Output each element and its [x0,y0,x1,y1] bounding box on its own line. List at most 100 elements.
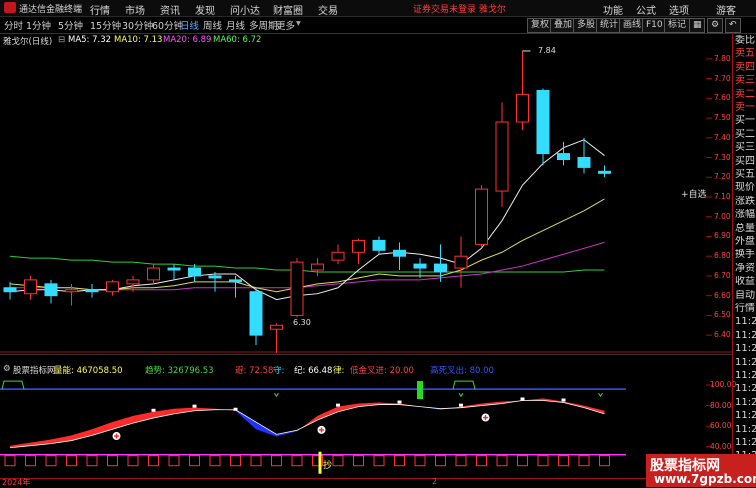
candle-body[interactable] [516,93,529,123]
menu-item-gongshi[interactable]: 公式 [636,2,656,17]
candle-body[interactable] [249,291,263,336]
candle-body[interactable] [372,239,386,251]
menu-item-jiaoyi[interactable]: 交易 [318,2,338,17]
quote-label: 11:2 [735,356,756,368]
menu-item-wenxiaoda[interactable]: 问小达 [230,2,260,17]
quote-label: 买四 [735,155,755,167]
quote-label: 净资 [735,262,755,274]
candle-body[interactable] [577,157,591,168]
period-weekly[interactable]: 周线 [203,18,222,32]
kline-y-tick: 7.80 [714,53,731,63]
period-15min[interactable]: 15分钟 [90,18,121,32]
signal-marker [318,451,322,474]
period-multi[interactable]: 多周期 [249,18,278,32]
more-dropdown-icon[interactable]: ▾ [296,18,301,29]
candle-body[interactable] [454,255,468,269]
candle-body[interactable] [44,283,58,297]
login-notice[interactable]: 证券交易未登录 雅戈尔 [413,2,506,15]
period-5min[interactable]: 5分钟 [58,18,83,32]
peak-dot [151,408,156,412]
period-monthly[interactable]: 月线 [226,18,245,32]
candle-body[interactable] [352,239,365,253]
peak-dot [459,403,463,407]
period-1min[interactable]: 1分钟 [26,18,51,32]
candle-body[interactable] [311,263,324,271]
candle-body[interactable] [290,261,304,316]
date-mark: 2 [432,477,438,486]
signal-bar [417,381,423,400]
quote-label: 11:2 [735,316,756,328]
candle-body[interactable] [188,267,201,277]
candle-body[interactable] [495,121,509,192]
candle-body[interactable] [167,267,181,271]
quote-label: 11:2 [735,423,756,435]
indicator-y-tick: 80.00 [710,400,732,410]
period-60min[interactable]: 60分钟 [152,18,183,32]
add-watchlist-checkbox[interactable]: +自选 [681,187,707,200]
candle-body[interactable] [126,279,140,285]
kline-y-tick: 6.40 [714,330,731,340]
kline-chart[interactable] [0,45,732,353]
app-logo-icon [4,2,16,13]
period-30min[interactable]: 30分钟 [122,18,153,32]
menu-item-faxian[interactable]: 发现 [195,2,215,17]
ma20-legend: MA20: 6.89 [163,35,212,45]
quote-label: 11:2 [735,329,756,341]
settings-icon[interactable]: ⚙ [707,18,723,33]
app-title: 通达信金融终端 [19,5,83,15]
quote-label: 外盘 [735,236,755,247]
candle-body[interactable] [331,251,345,261]
candle-body[interactable] [598,170,611,174]
period-daily[interactable]: 日线 [180,18,199,32]
quote-label: 涨跌 [735,195,755,207]
candle-body[interactable] [270,324,283,330]
candle-body[interactable] [3,287,17,293]
menu-item-hangqing[interactable]: 行情 [90,2,110,17]
candle-body[interactable] [208,275,222,279]
candle-body[interactable] [229,279,242,283]
quote-label: 总量 [735,222,755,234]
ma5-legend: MA5: 7.32 [68,35,112,45]
candle-body[interactable] [24,279,37,295]
candle-body[interactable] [65,289,78,293]
kline-y-tick: 7.10 [714,192,731,201]
quote-label: 11:2 [735,370,756,381]
quote-label: 买五 [735,169,755,180]
menu-item-caifuquan[interactable]: 财富圈 [273,2,303,17]
peak-dot [336,403,340,407]
quote-label[interactable]: 自动 [735,290,756,302]
menu-bar: 通达信金融终端 行情 市场 资讯 发现 问小达 财富圈 交易 证券交易未登录 雅… [0,0,756,17]
guest-account[interactable]: 游客 [716,2,736,17]
candle-body[interactable] [413,263,427,269]
f10-button[interactable]: F10 [642,18,667,33]
indicator-chart[interactable] [0,375,732,478]
quote-label: 委比 [735,35,755,46]
grid-icon[interactable]: ▦ [689,18,705,33]
peak-dot [192,404,197,408]
ma10-legend: MA10: 7.13 [114,35,163,45]
menu-item-gongneng[interactable]: 功能 [603,2,623,17]
back-icon[interactable]: ↶ [725,18,741,33]
candle-body[interactable] [147,267,160,281]
period-more[interactable]: 更多 [276,18,295,32]
quote-label[interactable]: 行情 [735,303,756,315]
candle-body[interactable] [475,188,488,245]
indicator-gear-icon[interactable]: ⚙ [3,364,11,374]
candle-body[interactable] [434,263,447,273]
menu-item-xuanxiang[interactable]: 选项 [669,2,689,17]
candle-body[interactable] [536,89,550,155]
candle-body[interactable] [85,289,99,293]
period-fenshi[interactable]: 分时 [4,18,23,32]
quote-label: 11:2 [735,437,756,448]
ma60-legend: MA60: 6.72 [213,35,262,45]
candle-body[interactable] [106,281,119,293]
kline-y-tick: 6.60 [714,290,731,300]
mark-button[interactable]: 标记 [664,18,691,33]
quote-label: 卖一 [735,102,755,113]
quote-label: 买二 [735,128,755,140]
stock-menu-icon[interactable]: ⊟ [58,35,65,45]
menu-item-shichang[interactable]: 市场 [125,2,145,17]
candle-body[interactable] [557,153,570,161]
menu-item-zixun[interactable]: 资讯 [160,2,180,17]
candle-body[interactable] [393,249,406,257]
